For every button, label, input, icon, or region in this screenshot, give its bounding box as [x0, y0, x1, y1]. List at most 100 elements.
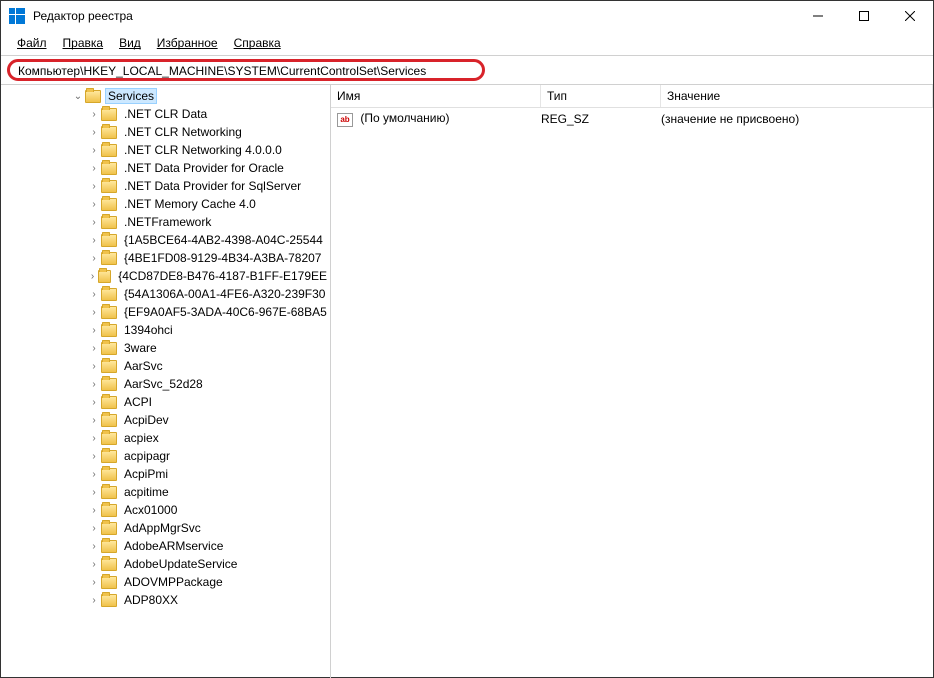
- tree-label: AarSvc_52d28: [121, 377, 206, 391]
- tree-node[interactable]: ›.NET Data Provider for SqlServer: [1, 177, 330, 195]
- folder-icon: [101, 576, 117, 589]
- folder-icon: [85, 90, 101, 103]
- menu-edit[interactable]: Правка: [55, 33, 112, 53]
- tree-pane[interactable]: ⌄ Services ›.NET CLR Data›.NET CLR Netwo…: [1, 85, 331, 678]
- tree-node[interactable]: › AcpiDev: [1, 411, 330, 429]
- tree-node[interactable]: ›AdobeARMservice: [1, 537, 330, 555]
- folder-icon: [101, 396, 117, 409]
- chevron-right-icon[interactable]: ›: [87, 127, 101, 138]
- menu-favorites[interactable]: Избранное: [149, 33, 226, 53]
- tree-node[interactable]: ›{1A5BCE64-4AB2-4398-A04C-25544: [1, 231, 330, 249]
- tree-label: Acx01000: [121, 503, 180, 517]
- chevron-right-icon[interactable]: ›: [87, 181, 101, 192]
- folder-icon: [101, 108, 117, 121]
- column-type[interactable]: Тип: [541, 85, 661, 107]
- chevron-right-icon[interactable]: ›: [87, 415, 101, 426]
- close-button[interactable]: [887, 1, 933, 31]
- tree-node[interactable]: ›ADOVMPPackage: [1, 573, 330, 591]
- tree-node[interactable]: ›{4CD87DE8-B476-4187-B1FF-E179EE: [1, 267, 330, 285]
- details-pane: Имя Тип Значение ab (По умолчанию) REG_S…: [331, 85, 933, 678]
- addressbar-container: Компьютер\HKEY_LOCAL_MACHINE\SYSTEM\Curr…: [1, 56, 933, 84]
- tree-node[interactable]: ›{54A1306A-00A1-4FE6-A320-239F30: [1, 285, 330, 303]
- tree-node[interactable]: ›.NET CLR Networking: [1, 123, 330, 141]
- menu-help[interactable]: Справка: [226, 33, 289, 53]
- tree-node[interactable]: ›.NETFramework: [1, 213, 330, 231]
- tree-label: ADP80XX: [121, 593, 181, 607]
- folder-icon: [101, 198, 117, 211]
- chevron-right-icon[interactable]: ›: [87, 325, 101, 336]
- chevron-right-icon[interactable]: ›: [87, 289, 101, 300]
- folder-icon: [101, 378, 117, 391]
- chevron-right-icon[interactable]: ›: [87, 235, 101, 246]
- tree-label: AdobeUpdateService: [121, 557, 240, 571]
- chevron-right-icon[interactable]: ›: [87, 361, 101, 372]
- column-value[interactable]: Значение: [661, 85, 933, 107]
- chevron-right-icon[interactable]: ›: [87, 595, 101, 606]
- tree-node[interactable]: › .NET Data Provider for Oracle: [1, 159, 330, 177]
- chevron-right-icon[interactable]: ›: [87, 307, 101, 318]
- chevron-right-icon[interactable]: ›: [87, 253, 101, 264]
- tree-node[interactable]: ›AarSvc: [1, 357, 330, 375]
- chevron-right-icon[interactable]: ›: [87, 487, 101, 498]
- chevron-right-icon[interactable]: ›: [87, 433, 101, 444]
- folder-icon: [101, 162, 117, 175]
- tree-node[interactable]: › .NET CLR Networking 4.0.0.0: [1, 141, 330, 159]
- tree-node[interactable]: ›acpiex: [1, 429, 330, 447]
- folder-icon: [98, 270, 111, 283]
- value-row[interactable]: ab (По умолчанию) REG_SZ (значение не пр…: [331, 108, 933, 130]
- tree-label: Services: [105, 88, 157, 104]
- tree-label: .NET Data Provider for Oracle: [121, 161, 287, 175]
- tree-node-services[interactable]: ⌄ Services: [1, 87, 330, 105]
- chevron-right-icon[interactable]: ›: [87, 559, 101, 570]
- tree-node[interactable]: › Acx01000: [1, 501, 330, 519]
- folder-icon: [101, 288, 117, 301]
- tree-node[interactable]: ›.NET CLR Data: [1, 105, 330, 123]
- tree-node[interactable]: › 1394ohci: [1, 321, 330, 339]
- tree-node[interactable]: ›AdAppMgrSvc: [1, 519, 330, 537]
- folder-icon: [101, 216, 117, 229]
- maximize-button[interactable]: [841, 1, 887, 31]
- tree-node[interactable]: ›AcpiPmi: [1, 465, 330, 483]
- tree-node[interactable]: › ADP80XX: [1, 591, 330, 609]
- chevron-right-icon[interactable]: ›: [87, 217, 101, 228]
- column-name[interactable]: Имя: [331, 85, 541, 107]
- chevron-down-icon[interactable]: ⌄: [71, 91, 85, 102]
- tree-node[interactable]: › AarSvc_52d28: [1, 375, 330, 393]
- window-title: Редактор реестра: [33, 9, 795, 23]
- chevron-right-icon[interactable]: ›: [87, 505, 101, 516]
- tree-node[interactable]: › acpitime: [1, 483, 330, 501]
- tree-node[interactable]: ›{EF9A0AF5-3ADA-40C6-967E-68BA5: [1, 303, 330, 321]
- chevron-right-icon[interactable]: ›: [87, 109, 101, 120]
- tree-label: .NET CLR Networking 4.0.0.0: [121, 143, 285, 157]
- chevron-right-icon[interactable]: ›: [87, 163, 101, 174]
- chevron-right-icon[interactable]: ›: [87, 343, 101, 354]
- tree-node[interactable]: ›acpipagr: [1, 447, 330, 465]
- tree-node[interactable]: › AdobeUpdateService: [1, 555, 330, 573]
- folder-icon: [101, 450, 117, 463]
- chevron-right-icon[interactable]: ›: [87, 397, 101, 408]
- tree-label: AcpiDev: [121, 413, 172, 427]
- folder-icon: [101, 342, 117, 355]
- address-input[interactable]: Компьютер\HKEY_LOCAL_MACHINE\SYSTEM\Curr…: [7, 59, 485, 81]
- menu-file[interactable]: Файл: [9, 33, 55, 53]
- chevron-right-icon[interactable]: ›: [87, 379, 101, 390]
- menu-view[interactable]: Вид: [111, 33, 149, 53]
- tree-label: 1394ohci: [121, 323, 176, 337]
- chevron-right-icon[interactable]: ›: [87, 451, 101, 462]
- value-name: (По умолчанию): [360, 111, 449, 125]
- tree-node[interactable]: ›3ware: [1, 339, 330, 357]
- tree-node[interactable]: ›ACPI: [1, 393, 330, 411]
- tree-label: acpitime: [121, 485, 172, 499]
- folder-icon: [101, 522, 117, 535]
- chevron-right-icon[interactable]: ›: [87, 271, 98, 282]
- tree-node[interactable]: ›.NET Memory Cache 4.0: [1, 195, 330, 213]
- chevron-right-icon[interactable]: ›: [87, 523, 101, 534]
- chevron-right-icon[interactable]: ›: [87, 469, 101, 480]
- chevron-right-icon[interactable]: ›: [87, 145, 101, 156]
- chevron-right-icon[interactable]: ›: [87, 199, 101, 210]
- chevron-right-icon[interactable]: ›: [87, 541, 101, 552]
- tree-node[interactable]: ›{4BE1FD08-9129-4B34-A3BA-78207: [1, 249, 330, 267]
- minimize-button[interactable]: [795, 1, 841, 31]
- chevron-right-icon[interactable]: ›: [87, 577, 101, 588]
- string-value-icon: ab: [337, 113, 353, 127]
